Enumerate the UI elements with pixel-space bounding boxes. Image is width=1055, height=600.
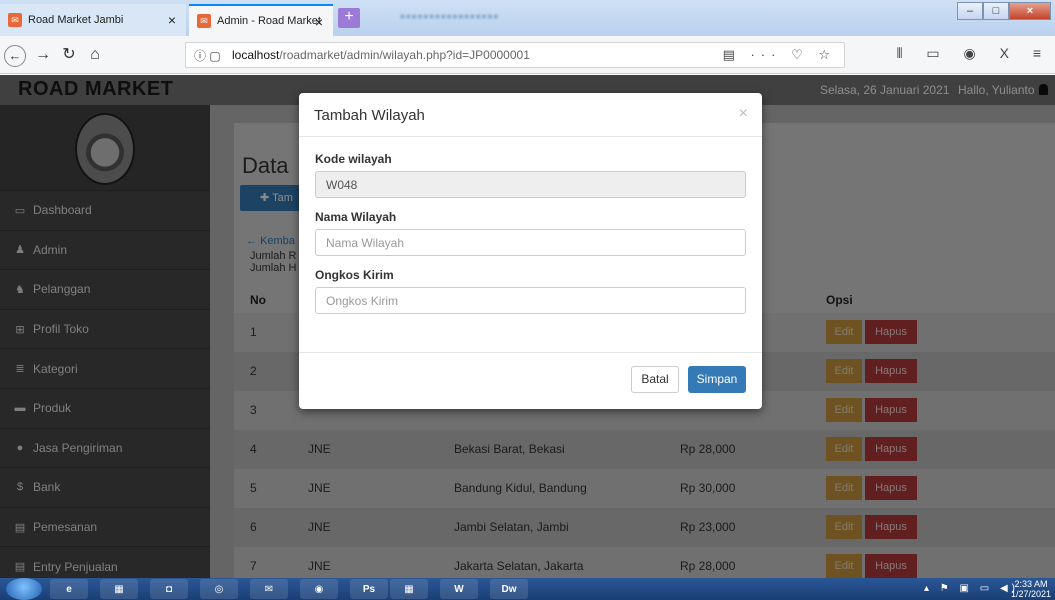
forward-arrow-icon[interactable]: → — [32, 45, 54, 65]
background-window-title: ■■■■■■■■■■■■■■■■■ — [400, 12, 500, 21]
url-bar[interactable]: ⓘ ▢ localhost/roadmarket/admin/wilayah.p… — [185, 42, 845, 68]
windows-taskbar: e ▦ ◘ ◎ ✉ ◉ Ps ▦ W Dw ▴ ⚑ ▣ ▭ ◀) 2:33 AM… — [0, 578, 1055, 600]
ongkos-kirim-label: Ongkos Kirim — [315, 268, 394, 282]
ongkos-kirim-input[interactable] — [315, 287, 746, 314]
taskbar-clock[interactable]: 2:33 AM 1/27/2021 — [1011, 579, 1051, 599]
modal-divider — [299, 352, 762, 353]
browser-tabstrip: ✉ Road Market Jambi × ✉ Admin - Road Mar… — [0, 0, 1055, 36]
modal-divider — [299, 136, 762, 137]
photoshop-app-icon[interactable]: Ps — [350, 579, 388, 599]
minimize-button[interactable]: – — [957, 2, 983, 20]
explorer-app-icon[interactable]: ▦ — [100, 579, 138, 599]
save-button[interactable]: Simpan — [688, 366, 746, 393]
system-tray-icons[interactable]: ▴ ⚑ ▣ ▭ ◀) — [924, 583, 1019, 594]
close-icon[interactable]: × — [739, 105, 748, 123]
toolbar-right-icons[interactable]: ⫴ ▭ ◉ X ≡ — [897, 45, 1051, 62]
url-actions[interactable]: ▤ ··· ♡ ☆ — [723, 47, 836, 63]
close-window-button[interactable]: × — [1009, 2, 1051, 20]
tab-close-icon[interactable]: × — [168, 12, 176, 28]
new-tab-button[interactable]: + — [338, 8, 360, 28]
dreamweaver-app-icon[interactable]: Dw — [490, 579, 528, 599]
calculator-app-icon[interactable]: ▦ — [390, 579, 428, 599]
xampp-app-icon[interactable]: ✉ — [250, 579, 288, 599]
start-button[interactable] — [6, 578, 42, 600]
tambah-wilayah-modal: Tambah Wilayah × Kode wilayah Nama Wilay… — [299, 93, 762, 409]
tab-road-market-jambi[interactable]: ✉ Road Market Jambi × — [0, 4, 186, 36]
tab-label: Admin - Road Market — [217, 15, 321, 27]
ie-app-icon[interactable]: e — [50, 579, 88, 599]
road-market-favicon-icon: ✉ — [197, 14, 211, 28]
cancel-button[interactable]: Batal — [631, 366, 679, 393]
road-market-favicon-icon: ✉ — [8, 13, 22, 27]
window-controls: – □ × — [957, 2, 1051, 20]
maximize-button[interactable]: □ — [983, 2, 1009, 20]
url-text[interactable]: localhost/roadmarket/admin/wilayah.php?i… — [232, 48, 530, 62]
kode-wilayah-field[interactable] — [315, 171, 746, 198]
browser-navbar: ← → ↻ ⌂ ⓘ ▢ localhost/roadmarket/admin/w… — [0, 36, 1055, 74]
modal-title: Tambah Wilayah — [314, 107, 425, 124]
home-icon[interactable]: ⌂ — [84, 45, 106, 65]
vbox-app-icon[interactable]: ◘ — [150, 579, 188, 599]
word-app-icon[interactable]: W — [440, 579, 478, 599]
back-arrow-icon[interactable]: ← — [4, 45, 26, 67]
kode-wilayah-label: Kode wilayah — [315, 152, 392, 166]
tab-label: Road Market Jambi — [28, 14, 124, 26]
firefox-app-icon[interactable]: ◉ — [300, 579, 338, 599]
tab-close-icon[interactable]: × — [315, 14, 323, 30]
nama-wilayah-input[interactable] — [315, 229, 746, 256]
reload-icon[interactable]: ↻ — [58, 45, 80, 65]
nama-wilayah-label: Nama Wilayah — [315, 210, 397, 224]
page-info-icon[interactable]: ⓘ ▢ — [194, 47, 221, 64]
tab-admin-road-market[interactable]: ✉ Admin - Road Market × — [189, 4, 333, 36]
chrome-app-icon[interactable]: ◎ — [200, 579, 238, 599]
